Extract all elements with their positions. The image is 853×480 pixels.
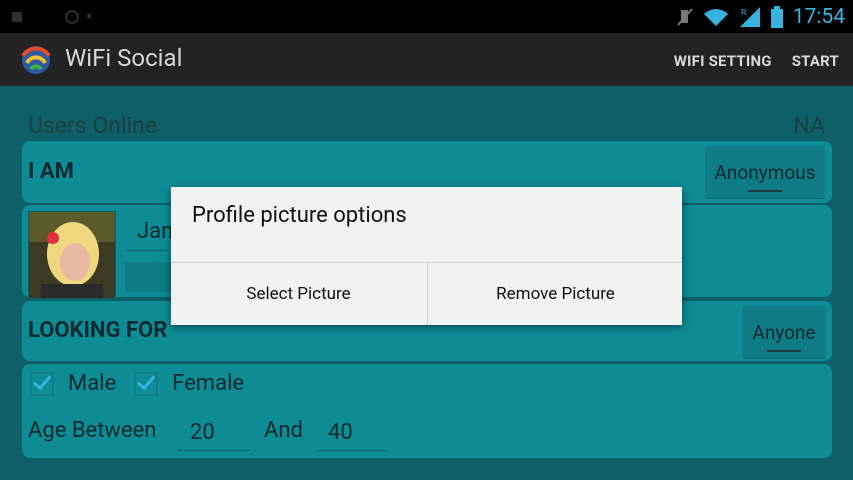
remove-picture-button[interactable]: Remove Picture (427, 263, 683, 325)
select-picture-button[interactable]: Select Picture (171, 263, 426, 325)
signal-icon: R (739, 7, 760, 27)
clock: 17:54 (792, 5, 845, 29)
svg-text:R: R (741, 8, 747, 17)
dialog-title: Profile picture options (192, 203, 407, 228)
notification-icons (12, 10, 91, 24)
app-title: WiFi Social (65, 44, 183, 72)
start-button[interactable]: START (792, 52, 839, 70)
battery-icon (770, 6, 783, 28)
status-icons: R 17:54 (676, 3, 845, 31)
app-logo-icon[interactable] (17, 41, 55, 79)
action-bar: WiFi Social WIFI SETTING START (0, 33, 853, 86)
status-bar: R 17:54 (0, 0, 853, 33)
vibrate-muted-icon (676, 8, 693, 26)
profile-picture-dialog: Profile picture options Select Picture R… (171, 187, 682, 325)
wifi-icon (703, 9, 728, 26)
wifi-setting-button[interactable]: WIFI SETTING (674, 52, 772, 70)
